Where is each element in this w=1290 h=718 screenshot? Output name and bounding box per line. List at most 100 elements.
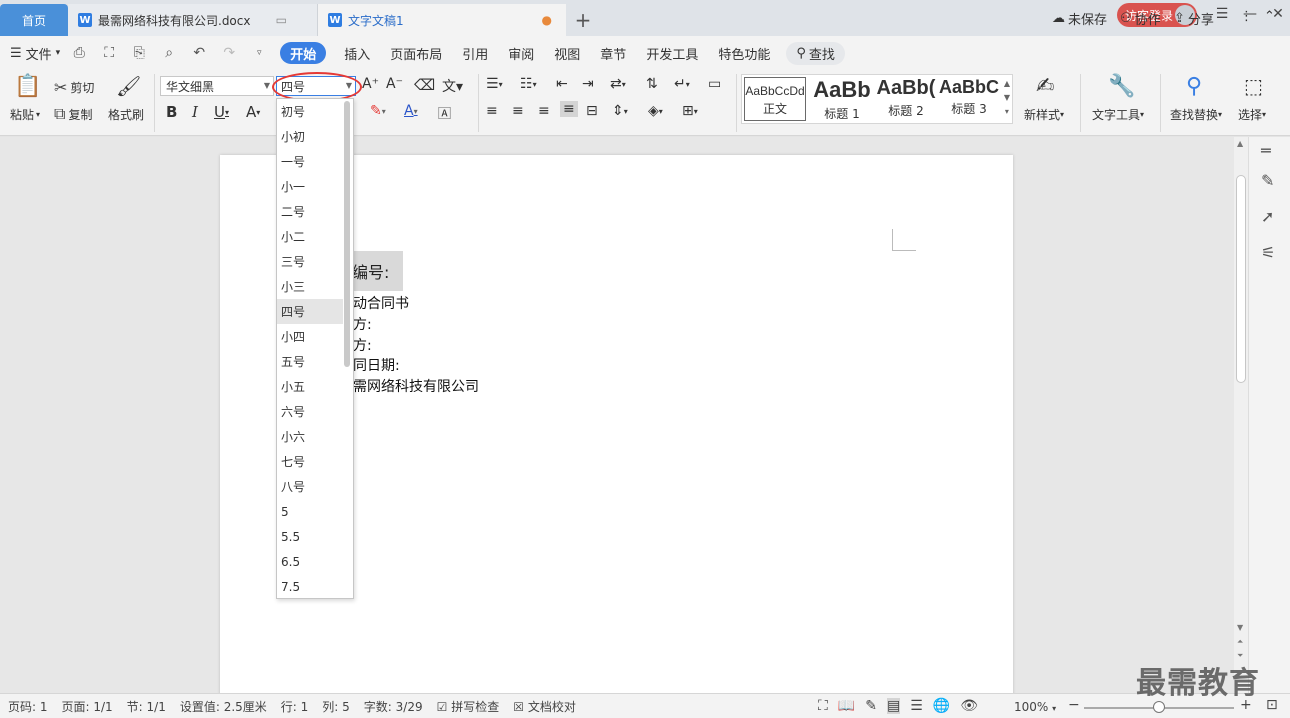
tab-document-2[interactable]: W 文字文稿1 ● xyxy=(318,4,566,36)
status-row[interactable]: 行: 1 xyxy=(281,698,309,715)
font-size-option[interactable]: 5 xyxy=(277,499,343,524)
vertical-scrollbar[interactable]: ▲ ▼ ⏶ ⏷ xyxy=(1234,137,1248,693)
sliders-icon[interactable]: ⚟ xyxy=(1261,243,1275,262)
font-size-option[interactable]: 小二 xyxy=(277,224,343,249)
font-size-option[interactable]: 小三 xyxy=(277,274,343,299)
tab-document-1[interactable]: W 最需网络科技有限公司.docx ▭ xyxy=(68,4,318,36)
borders-icon[interactable]: ⊞ ▾ xyxy=(682,103,698,119)
line-break-icon[interactable]: ↵ ▾ xyxy=(674,76,690,92)
char-border-icon[interactable]: 🄰 xyxy=(438,103,451,122)
font-size-option[interactable]: 小四 xyxy=(277,324,343,349)
zoom-slider-knob[interactable] xyxy=(1153,701,1165,713)
collapse-ribbon-icon[interactable]: ⌃ xyxy=(1264,9,1275,24)
tab-home[interactable]: 首页 xyxy=(0,4,68,36)
tab-start[interactable]: 开始 xyxy=(280,42,327,64)
doc-line[interactable]: 同日期: xyxy=(353,355,400,375)
pen-icon[interactable]: ✎ xyxy=(1261,171,1274,190)
status-col[interactable]: 列: 5 xyxy=(322,698,350,715)
doc-line[interactable]: 方: xyxy=(353,314,372,334)
quick-access-chevron-icon[interactable]: ▿ xyxy=(248,48,270,58)
decrease-indent-icon[interactable]: ⇤ xyxy=(556,76,568,92)
style-heading-1[interactable]: AaBb 标题 1 xyxy=(810,77,874,122)
font-size-option[interactable]: 一号 xyxy=(277,149,343,174)
doc-line[interactable]: 动合同书 xyxy=(353,293,409,313)
undo-icon[interactable]: ↶ xyxy=(188,45,210,61)
new-tab-button[interactable]: + xyxy=(566,4,600,36)
scroll-down-icon[interactable]: ▼ xyxy=(1237,623,1243,632)
shading-icon[interactable]: ◈ ▾ xyxy=(648,103,663,119)
scroll-up-icon[interactable]: ▲ xyxy=(1237,139,1243,148)
format-painter-button[interactable]: 格式刷 xyxy=(108,106,144,123)
text-direction-icon[interactable]: ⇄ ▾ xyxy=(610,76,626,92)
spell-check-button[interactable]: ☑ 拼写检查 xyxy=(437,698,500,715)
paste-icon[interactable]: 📋 xyxy=(14,74,41,99)
doc-line[interactable]: 方: xyxy=(353,335,372,355)
cut-button[interactable]: ✂ 剪切 xyxy=(54,78,94,97)
print-icon[interactable]: ⎘ xyxy=(128,45,150,61)
highlight-pen-icon[interactable]: ✎ ▾ xyxy=(370,103,386,119)
magnifier-icon[interactable]: ⚲ xyxy=(1186,74,1202,99)
tab-developer[interactable]: 开发工具 xyxy=(636,44,708,63)
eraser-icon[interactable]: ⌫ xyxy=(414,76,435,94)
reading-mode-icon[interactable]: 📖 xyxy=(838,698,855,714)
find-replace-button[interactable]: 查找替换 ▾ xyxy=(1170,106,1222,123)
font-size-option[interactable]: 二号 xyxy=(277,199,343,224)
font-size-option[interactable]: 7.5 xyxy=(277,574,343,598)
sort-icon[interactable]: ⇅ xyxy=(646,76,658,92)
font-size-option[interactable]: 八号 xyxy=(277,474,343,499)
align-center-icon[interactable]: ≡ xyxy=(512,103,524,119)
font-size-option[interactable]: 五号 xyxy=(277,349,343,374)
web-view-icon[interactable]: 🌐 xyxy=(933,698,950,714)
font-size-option[interactable]: 小初 xyxy=(277,124,343,149)
save-icon[interactable]: ⎙ xyxy=(68,45,90,61)
edit-mode-icon[interactable]: ✎ xyxy=(865,698,877,714)
text-tools-button[interactable]: 文字工具 ▾ xyxy=(1092,106,1144,123)
dropdown-scrollbar[interactable] xyxy=(344,101,350,367)
numbered-list-icon[interactable]: ☷ ▾ xyxy=(520,76,537,92)
status-setting[interactable]: 设置值: 2.5厘米 xyxy=(180,698,267,715)
shrink-font-icon[interactable]: A⁻ xyxy=(386,76,403,92)
strikethrough-icon[interactable]: A ▾ xyxy=(246,103,260,121)
tab-special[interactable]: 特色功能 xyxy=(708,44,780,63)
export-pdf-icon[interactable]: ⛶ xyxy=(98,45,120,61)
grow-font-icon[interactable]: A⁺ xyxy=(362,76,379,92)
paste-button[interactable]: 粘贴 ▾ xyxy=(10,106,40,123)
copy-button[interactable]: ⧉ 复制 xyxy=(54,104,92,124)
phonetic-icon[interactable]: 文▾ xyxy=(442,76,463,96)
pointer-icon[interactable]: ➚ xyxy=(1261,207,1274,226)
cursor-select-icon[interactable]: ⬚ xyxy=(1244,74,1263,98)
zoom-out-icon[interactable]: − xyxy=(1068,697,1080,713)
tab-references[interactable]: 引用 xyxy=(452,44,498,63)
tab-view[interactable]: 视图 xyxy=(544,44,590,63)
font-size-option[interactable]: 四号 xyxy=(277,299,343,324)
status-words[interactable]: 字数: 3/29 xyxy=(364,698,423,715)
doc-line[interactable]: 需网络科技有限公司 xyxy=(353,376,479,396)
justify-icon[interactable]: ≡ xyxy=(560,101,578,117)
outline-view-icon[interactable]: ☰ xyxy=(910,698,923,714)
italic-icon[interactable]: I xyxy=(192,103,198,121)
fullscreen-icon[interactable]: ⛶ xyxy=(818,698,828,714)
distributed-icon[interactable]: ⊟ xyxy=(586,103,598,119)
new-style-icon[interactable]: ✍ xyxy=(1036,74,1054,99)
font-size-option[interactable]: 七号 xyxy=(277,449,343,474)
zoom-level[interactable]: 100% ▾ xyxy=(1014,700,1056,714)
style-normal[interactable]: AaBbCcDd 正文 xyxy=(744,77,806,121)
tab-insert[interactable]: 插入 xyxy=(334,44,380,63)
brush-icon[interactable]: 🖌 xyxy=(116,74,141,98)
underline-icon[interactable]: U ▾ xyxy=(214,103,229,121)
unsaved-button[interactable]: ☁ 未保存 xyxy=(1052,9,1107,28)
align-right-icon[interactable]: ≡ xyxy=(538,103,550,119)
font-size-option[interactable]: 小一 xyxy=(277,174,343,199)
style-gallery-scroll[interactable]: ▲ ▼ ▾ xyxy=(1004,77,1010,119)
style-heading-2[interactable]: AaBb( 标题 2 xyxy=(874,77,938,119)
new-style-button[interactable]: 新样式 ▾ xyxy=(1024,106,1064,123)
select-button[interactable]: 选择 ▾ xyxy=(1238,106,1266,123)
font-size-option[interactable]: 小六 xyxy=(277,424,343,449)
font-size-option[interactable]: 小五 xyxy=(277,374,343,399)
bullet-list-icon[interactable]: ☰ ▾ xyxy=(486,76,503,92)
font-size-option[interactable]: 三号 xyxy=(277,249,343,274)
bold-icon[interactable]: B xyxy=(166,103,177,121)
doc-heading[interactable]: 编号: xyxy=(350,251,403,291)
fit-page-icon[interactable]: ⊡ xyxy=(1266,697,1278,713)
tab-section[interactable]: 章节 xyxy=(590,44,636,63)
